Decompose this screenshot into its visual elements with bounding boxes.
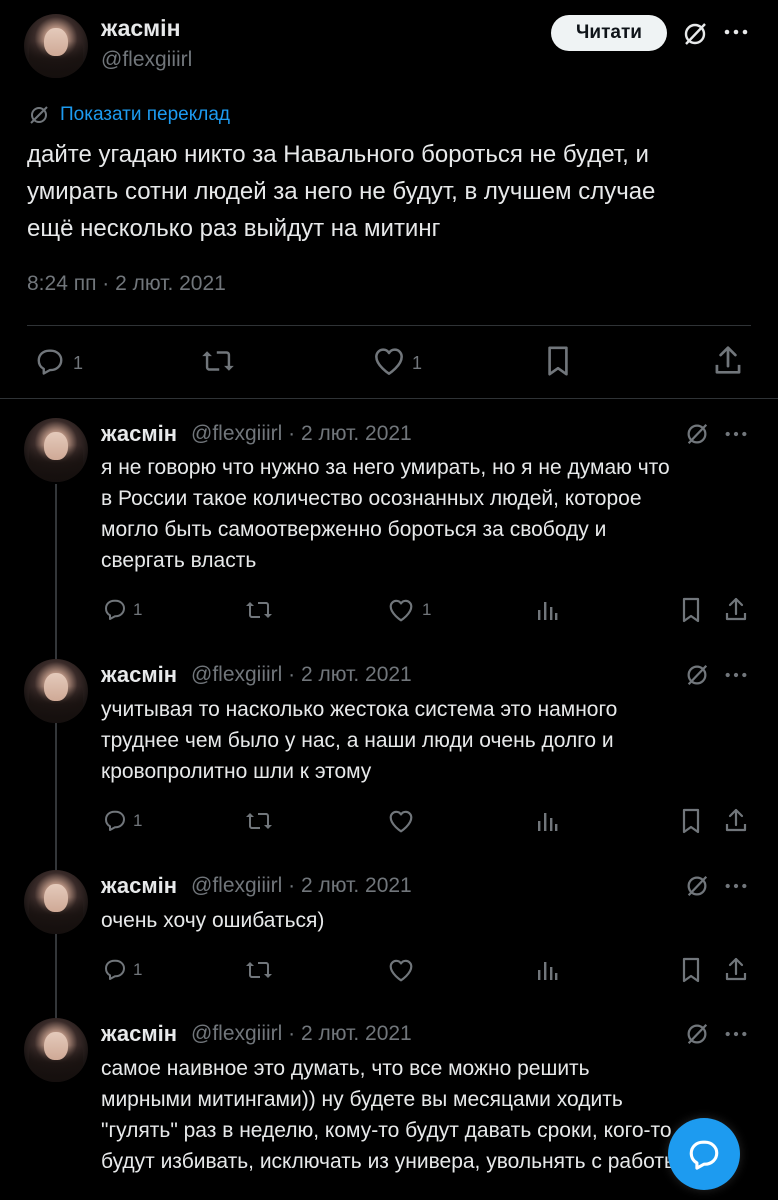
- reply-line: очень хочу ошибаться): [101, 909, 325, 932]
- reply-count: 1: [133, 960, 143, 979]
- reply-meta[interactable]: @flexgiiirl · 2 лют. 2021: [191, 874, 412, 898]
- reply-line: могло быть самоотверженно бороться за св…: [101, 518, 607, 541]
- read-button[interactable]: Читати: [551, 15, 667, 51]
- more-icon[interactable]: [724, 882, 748, 890]
- main-tweet-line: дайте угадаю никто за Навального боротьс…: [27, 141, 649, 168]
- show-translation-link[interactable]: Показати переклад: [60, 104, 230, 126]
- thread-line: [55, 484, 57, 1024]
- divider: [0, 398, 778, 399]
- reply-line: "гулять" раз в неделю, кому-то будут дав…: [101, 1119, 672, 1142]
- reply-count: 1: [133, 811, 143, 830]
- reply-text: самое наивное это думать, что все можно …: [101, 1053, 679, 1177]
- views-icon[interactable]: [536, 958, 558, 982]
- like-icon[interactable]: [388, 598, 414, 622]
- reply-meta[interactable]: @flexgiiirl · 2 лют. 2021: [191, 422, 412, 446]
- more-icon[interactable]: [724, 671, 748, 679]
- author-display-name[interactable]: жасмін: [101, 15, 180, 42]
- reply-count: 1: [73, 353, 84, 373]
- retweet-icon[interactable]: [245, 958, 273, 982]
- like-icon[interactable]: [388, 958, 414, 982]
- like-icon[interactable]: [388, 809, 414, 833]
- more-icon[interactable]: [723, 28, 749, 36]
- reply-line: кровопролитно шли к этому: [101, 760, 372, 783]
- reply-meta[interactable]: @flexgiiirl · 2 лют. 2021: [191, 1022, 412, 1046]
- bookmark-icon[interactable]: [681, 957, 701, 983]
- reply-icon[interactable]: [103, 597, 127, 621]
- like-icon[interactable]: [373, 346, 405, 376]
- reply-line: в России такое количество осознанных люд…: [101, 487, 642, 510]
- reply-meta[interactable]: @flexgiiirl · 2 лют. 2021: [191, 663, 412, 687]
- views-icon[interactable]: [536, 598, 558, 622]
- new-message-icon: [687, 1137, 721, 1171]
- share-icon[interactable]: [724, 956, 748, 982]
- no-translate-icon[interactable]: [681, 20, 709, 48]
- divider: [27, 325, 751, 326]
- reply-line: будут избивать, исключать из универа, ув…: [101, 1150, 680, 1173]
- reply-display-name[interactable]: жасмін: [101, 1021, 177, 1047]
- share-icon[interactable]: [713, 344, 743, 376]
- no-translate-icon[interactable]: [684, 421, 710, 447]
- reply-text: я не говорю что нужно за него умирать, н…: [101, 452, 670, 576]
- no-translate-icon[interactable]: [684, 662, 710, 688]
- main-tweet-timestamp[interactable]: 8:24 пп · 2 лют. 2021: [27, 272, 226, 296]
- reply-display-name[interactable]: жасмін: [101, 662, 177, 688]
- author-handle[interactable]: @flexgiiirl: [101, 48, 192, 72]
- reply-display-name[interactable]: жасмін: [101, 421, 177, 447]
- reply-line: мирными митингами)) ну будете вы месяцам…: [101, 1088, 623, 1111]
- views-icon[interactable]: [536, 809, 558, 833]
- bookmark-icon[interactable]: [546, 345, 570, 377]
- reply-avatar[interactable]: [24, 659, 88, 723]
- reply-text: очень хочу ошибаться): [101, 905, 324, 936]
- reply-line: самое наивное это думать, что все можно …: [101, 1057, 590, 1080]
- retweet-icon[interactable]: [245, 598, 273, 622]
- new-message-button[interactable]: [668, 1118, 740, 1190]
- reply-text: учитывая то насколько жестока система эт…: [101, 694, 617, 787]
- share-icon[interactable]: [724, 596, 748, 622]
- retweet-icon[interactable]: [245, 809, 273, 833]
- reply-line: учитывая то насколько жестока система эт…: [101, 698, 618, 721]
- reply-avatar[interactable]: [24, 870, 88, 934]
- more-icon[interactable]: [724, 430, 748, 438]
- share-icon[interactable]: [724, 807, 748, 833]
- reply-icon[interactable]: [103, 957, 127, 981]
- no-translate-icon[interactable]: [684, 1021, 710, 1047]
- reply-avatar[interactable]: [24, 418, 88, 482]
- more-icon[interactable]: [724, 1030, 748, 1038]
- like-count: 1: [412, 353, 423, 373]
- reply-count: 1: [133, 600, 143, 619]
- bookmark-icon[interactable]: [681, 597, 701, 623]
- author-avatar[interactable]: [24, 14, 88, 78]
- reply-line: я не говорю что нужно за него умирать, н…: [101, 456, 670, 479]
- reply-display-name[interactable]: жасмін: [101, 873, 177, 899]
- main-tweet-line: ещё несколько раз выйдут на митинг: [27, 215, 441, 242]
- like-count: 1: [422, 600, 432, 619]
- reply-line: свергать власть: [101, 549, 257, 572]
- reply-line: труднее чем было у нас, а наши люди очен…: [101, 729, 614, 752]
- main-tweet-text: дайте угадаю никто за Навального боротьс…: [27, 136, 655, 247]
- retweet-icon[interactable]: [201, 346, 235, 376]
- reply-icon[interactable]: [35, 346, 65, 376]
- reply-icon[interactable]: [103, 808, 127, 832]
- bookmark-icon[interactable]: [681, 808, 701, 834]
- no-translate-icon[interactable]: [684, 873, 710, 899]
- main-tweet-line: умирать сотни людей за него не будут, в …: [27, 178, 656, 205]
- no-translate-icon: [28, 104, 50, 126]
- reply-avatar[interactable]: [24, 1018, 88, 1082]
